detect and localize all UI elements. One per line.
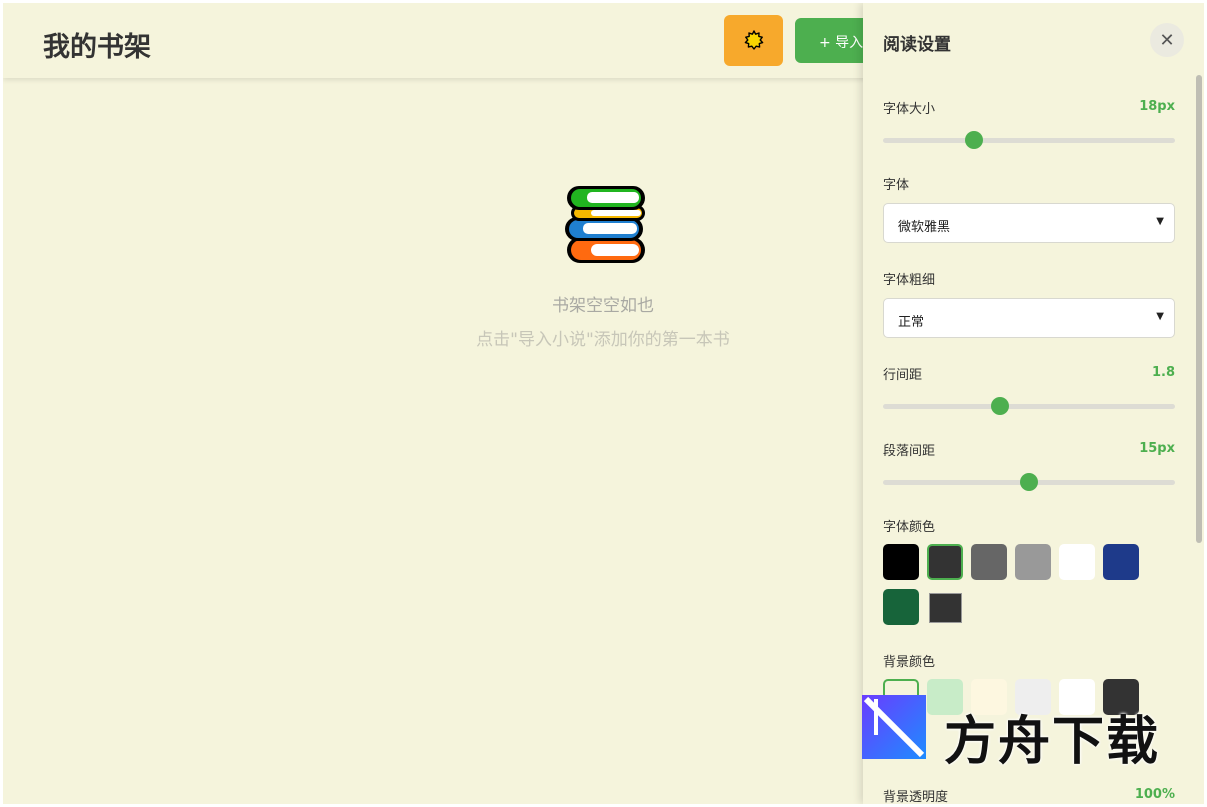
panel-title: 阅读设置 (883, 35, 951, 55)
font-weight-label: 字体粗细 (883, 273, 936, 288)
bg-color-label: 背景颜色 (883, 655, 936, 670)
bg-opacity-value: 100% (1134, 787, 1175, 802)
close-icon: ✕ (1159, 29, 1175, 51)
empty-shelf-hint: 点击"导入小说"添加你的第一本书 (476, 330, 730, 350)
close-panel-button[interactable]: ✕ (1150, 23, 1184, 57)
font-family-label: 字体 (883, 178, 910, 193)
font-color-label: 字体颜色 (883, 520, 936, 535)
books-icon (565, 186, 645, 263)
font-size-value: 18px (1139, 99, 1175, 114)
line-height-label: 行间距 (883, 368, 923, 383)
chevron-down-icon: ▼ (1156, 216, 1164, 227)
font-color-swatch[interactable] (883, 544, 919, 580)
paragraph-spacing-value: 15px (1139, 441, 1175, 456)
reading-settings-panel: 阅读设置 ✕ 字体大小 18px 字体 微软雅黑 ▼ 字体粗细 正常 ▼ 行间距… (863, 3, 1204, 804)
line-height-value: 1.8 (1151, 365, 1175, 380)
empty-shelf-title: 书架空空如也 (552, 296, 654, 316)
paragraph-spacing-slider[interactable] (883, 473, 1175, 491)
font-color-swatch[interactable] (971, 544, 1007, 580)
sun-icon (744, 29, 763, 50)
page-title: 我的书架 (43, 32, 151, 63)
font-weight-select[interactable]: 正常 ▼ (883, 298, 1175, 338)
font-family-select[interactable]: 微软雅黑 ▼ (883, 203, 1175, 243)
font-color-swatch[interactable] (883, 589, 919, 625)
theme-toggle-button[interactable] (724, 15, 783, 66)
watermark-text: 方舟下载 (944, 712, 1161, 772)
panel-scrollbar[interactable] (1196, 75, 1202, 543)
font-size-label: 字体大小 (883, 102, 936, 117)
chevron-down-icon: ▼ (1156, 311, 1164, 322)
font-color-swatch[interactable] (1059, 544, 1095, 580)
font-family-selected: 微软雅黑 (898, 220, 951, 235)
paragraph-spacing-label: 段落间距 (883, 444, 936, 459)
app-window: 我的书架 + 导入小说 书架空空如也 点击"导入小说"添加你的第一本书 阅读设置… (3, 3, 1204, 804)
font-color-swatch[interactable] (927, 544, 963, 580)
line-height-slider[interactable] (883, 397, 1175, 415)
line-height-slider-thumb[interactable] (990, 397, 1009, 415)
font-color-swatch[interactable] (1103, 544, 1139, 580)
bg-opacity-label: 背景透明度 (883, 790, 949, 804)
font-color-swatch[interactable] (1015, 544, 1051, 580)
watermark-logo (862, 695, 926, 759)
font-weight-selected: 正常 (898, 315, 925, 330)
paragraph-spacing-slider-thumb[interactable] (1020, 473, 1038, 491)
custom-font-color-picker[interactable] (929, 593, 962, 623)
font-size-slider[interactable] (883, 131, 1175, 149)
watermark: 方舟下载 (862, 695, 1172, 772)
font-size-slider-thumb[interactable] (964, 131, 983, 149)
